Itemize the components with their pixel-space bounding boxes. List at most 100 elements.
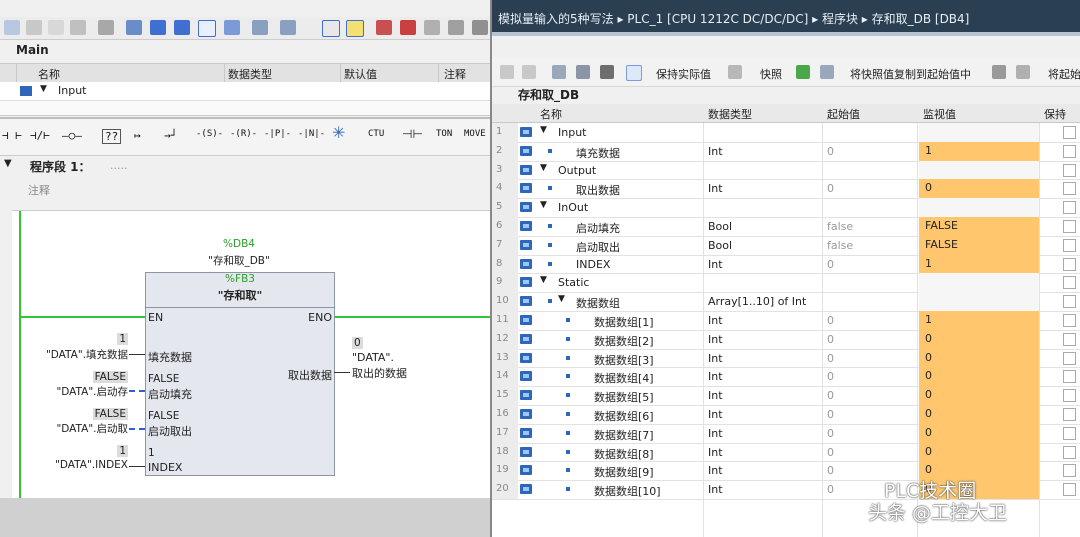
row-number[interactable]: 13 (492, 348, 518, 368)
table-row[interactable]: 11 数据数组[1] Int 0 1 (492, 311, 1080, 331)
table-row[interactable]: 15 数据数组[5] Int 0 0 (492, 386, 1080, 406)
n-trig-button[interactable]: -|N|- (298, 129, 325, 139)
table-row[interactable]: 12 数据数组[2] Int 0 0 (492, 329, 1080, 350)
toolbar-icon[interactable] (26, 20, 42, 35)
interface-row-input[interactable]: ▼ Input (0, 82, 492, 101)
row-number[interactable]: 18 (492, 442, 518, 462)
toolbar-icon[interactable] (448, 20, 464, 35)
segment-comment[interactable]: 注释 (28, 182, 50, 198)
retain-checkbox[interactable] (1063, 144, 1076, 158)
table-row[interactable]: 8 INDEX Int 0 1 (492, 254, 1080, 275)
row-number[interactable]: 17 (492, 423, 518, 443)
ctu-button[interactable]: CTU (368, 129, 384, 139)
row-number[interactable]: 4 (492, 179, 518, 199)
row-number[interactable]: 2 (492, 141, 518, 161)
out1-parameter-b[interactable]: 取出的数据 (352, 365, 407, 381)
move-button[interactable]: MOVE (464, 129, 486, 139)
in2-parameter[interactable]: "DATA".启动存 (20, 384, 128, 399)
empty-box-button[interactable]: ?? (102, 129, 122, 144)
row-number[interactable]: 15 (492, 386, 518, 405)
set-coil-button[interactable]: -(S)- (196, 129, 223, 139)
toolbar-icon[interactable] (224, 20, 240, 35)
row-number[interactable]: 11 (492, 311, 518, 330)
in4-parameter[interactable]: "DATA".INDEX (20, 459, 128, 471)
table-row[interactable]: 2 填充数据 Int 0 1 (492, 141, 1080, 162)
retain-checkbox[interactable] (1063, 314, 1076, 327)
toolbar-icon[interactable] (126, 20, 142, 35)
copy-snapshot-button[interactable]: 将快照值复制到起始值中 (850, 66, 971, 82)
toolbar-icon[interactable] (70, 20, 86, 35)
function-block-box[interactable]: %FB3 "存和取" EN ENO 填充数据 FALSE 启动填充 FALSE … (145, 272, 335, 476)
table-row[interactable]: 1 ▼ Input (492, 123, 1080, 143)
contact-nc-button[interactable]: ⊣/⊢ (30, 129, 50, 142)
col-monitor[interactable]: 监视值 (923, 106, 956, 122)
toolbar-icon[interactable] (522, 65, 536, 79)
in1-parameter[interactable]: "DATA".填充数据 (20, 347, 128, 362)
row-number[interactable]: 12 (492, 329, 518, 349)
retain-checkbox[interactable] (1063, 370, 1076, 384)
retain-checkbox[interactable] (1063, 220, 1076, 233)
table-row[interactable]: 4 取出数据 Int 0 0 (492, 179, 1080, 200)
retain-checkbox[interactable] (1063, 238, 1076, 252)
toolbar-icon[interactable] (552, 65, 566, 79)
coil-button[interactable]: –○– (62, 129, 82, 142)
toolbar-icon[interactable] (280, 20, 296, 35)
row-number[interactable]: 1 (492, 123, 518, 142)
reset-coil-button[interactable]: -(R)- (230, 129, 257, 139)
table-row[interactable]: 16 数据数组[6] Int 0 0 (492, 405, 1080, 425)
row-number[interactable]: 20 (492, 480, 518, 499)
ton-button[interactable]: TON (436, 129, 452, 139)
toolbar-icon[interactable] (376, 20, 392, 35)
row-number[interactable]: 19 (492, 461, 518, 481)
col-retain[interactable]: 保持 (1044, 106, 1066, 122)
retain-checkbox[interactable] (1063, 483, 1076, 497)
retain-checkbox[interactable] (1063, 464, 1076, 478)
toolbar-icon[interactable] (1016, 65, 1030, 79)
expand-icon[interactable]: ▼ (540, 125, 547, 135)
retain-checkbox[interactable] (1063, 257, 1076, 271)
keep-actual-button[interactable]: 保持实际值 (656, 66, 711, 82)
favorite-star-icon[interactable]: ✳ (332, 123, 345, 142)
out1-parameter-a[interactable]: "DATA". (352, 351, 394, 364)
row-number[interactable]: 3 (492, 160, 518, 180)
row-number[interactable]: 6 (492, 217, 518, 236)
retain-checkbox[interactable] (1063, 276, 1076, 290)
table-row[interactable]: 3 ▼ Output (492, 160, 1080, 181)
retain-checkbox[interactable] (1063, 351, 1076, 365)
row-number[interactable]: 5 (492, 198, 518, 217)
row-number[interactable]: 8 (492, 254, 518, 274)
compare-icon[interactable]: ⊣⊢ (402, 127, 423, 141)
row-number[interactable]: 10 (492, 292, 518, 311)
row-number[interactable]: 7 (492, 235, 518, 255)
retain-checkbox[interactable] (1063, 426, 1076, 440)
expand-icon[interactable]: ▼ (40, 84, 47, 94)
row-number[interactable]: 16 (492, 405, 518, 424)
toolbar-icon[interactable] (424, 20, 440, 35)
close-branch-button[interactable]: →┘ (164, 129, 177, 142)
retain-checkbox[interactable] (1063, 126, 1076, 139)
toolbar-icon[interactable] (98, 20, 114, 35)
retain-checkbox[interactable] (1063, 408, 1076, 421)
retain-checkbox[interactable] (1063, 389, 1076, 403)
table-row[interactable]: 19 数据数组[9] Int 0 0 (492, 461, 1080, 482)
expand-icon[interactable]: ▼ (540, 275, 547, 285)
in3-parameter[interactable]: "DATA".启动取 (20, 421, 128, 436)
toolbar-icon[interactable] (796, 65, 810, 79)
load-start-button[interactable]: 将起始 (1048, 66, 1080, 82)
open-branch-button[interactable]: ↦ (134, 129, 141, 142)
expand-icon[interactable]: ▼ (540, 200, 547, 210)
toolbar-icon[interactable] (346, 20, 364, 37)
p-trig-button[interactable]: -|P|- (264, 129, 291, 139)
contact-no-button[interactable]: ⊣ ⊢ (2, 129, 22, 142)
table-row[interactable]: 20 数据数组[10] Int 0 0 (492, 480, 1080, 500)
row-number[interactable]: 9 (492, 273, 518, 293)
snapshot-button[interactable]: 快照 (760, 66, 782, 82)
table-row[interactable]: 7 启动取出 Bool false FALSE (492, 235, 1080, 256)
col-start[interactable]: 起始值 (827, 106, 860, 122)
expand-icon[interactable]: ▼ (558, 294, 565, 304)
toolbar-icon[interactable] (4, 20, 20, 35)
toolbar-icon[interactable] (400, 20, 416, 35)
retain-checkbox[interactable] (1063, 182, 1076, 196)
table-row[interactable]: 14 数据数组[4] Int 0 0 (492, 367, 1080, 388)
toolbar-icon[interactable] (48, 20, 64, 35)
